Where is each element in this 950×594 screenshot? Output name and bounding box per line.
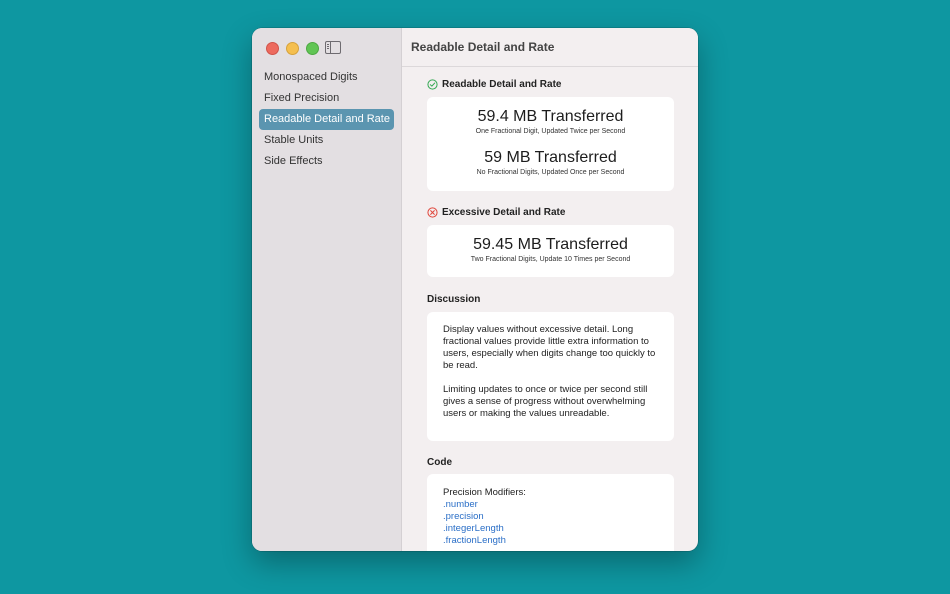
transfer-value: 59.45 MB Transferred	[473, 236, 628, 253]
checkmark-circle-icon	[427, 79, 438, 90]
excessive-row-1: 59.45 MB Transferred Two Fractional Digi…	[427, 236, 674, 263]
excessive-section-heading: Excessive Detail and Rate	[427, 207, 565, 218]
window-controls	[266, 42, 319, 55]
titlebar: Readable Detail and Rate	[402, 28, 698, 67]
code-label: Precision Modifiers:	[443, 487, 526, 498]
code-heading: Code	[427, 457, 452, 468]
sidebar-item-fixed-precision[interactable]: Fixed Precision	[259, 88, 394, 109]
zoom-window-button[interactable]	[306, 42, 319, 55]
detail-content[interactable]: Readable Detail and Rate 59.4 MB Transfe…	[402, 67, 698, 551]
code-heading-text: Code	[427, 457, 452, 468]
code-link-integer-length[interactable]: .integerLength	[443, 523, 658, 535]
sidebar-item-stable-units[interactable]: Stable Units	[259, 130, 394, 151]
discussion-heading: Discussion	[427, 294, 480, 305]
sidebar: Monospaced Digits Fixed Precision Readab…	[252, 28, 402, 551]
readable-row-1: 59.4 MB Transferred One Fractional Digit…	[427, 108, 674, 135]
transfer-caption: Two Fractional Digits, Update 10 Times p…	[470, 256, 631, 263]
code-link-number[interactable]: .number	[443, 499, 658, 511]
app-window: Monospaced Digits Fixed Precision Readab…	[252, 28, 698, 551]
sidebar-toggle-icon[interactable]	[325, 41, 341, 54]
excessive-card: 59.45 MB Transferred Two Fractional Digi…	[427, 225, 674, 277]
sidebar-item-readable-detail-and-rate[interactable]: Readable Detail and Rate	[259, 109, 394, 130]
code-link-precision[interactable]: .precision	[443, 511, 658, 523]
readable-section-heading: Readable Detail and Rate	[427, 79, 561, 90]
code-card: Precision Modifiers: .number .precision …	[427, 474, 674, 551]
readable-row-2: 59 MB Transferred No Fractional Digits, …	[427, 149, 674, 176]
transfer-value: 59.4 MB Transferred	[477, 108, 624, 125]
transfer-caption: No Fractional Digits, Updated Once per S…	[476, 169, 625, 176]
sidebar-nav: Monospaced Digits Fixed Precision Readab…	[259, 67, 394, 172]
discussion-card: Display values without excessive detail.…	[427, 312, 674, 441]
window-title: Readable Detail and Rate	[411, 40, 555, 54]
sidebar-item-monospaced-digits[interactable]: Monospaced Digits	[259, 67, 394, 88]
discussion-paragraph: Limiting updates to once or twice per se…	[443, 384, 648, 419]
detail-pane: Readable Detail and Rate Readable Detail…	[402, 28, 698, 551]
excessive-heading-text: Excessive Detail and Rate	[442, 207, 566, 218]
minimize-window-button[interactable]	[286, 42, 299, 55]
close-window-button[interactable]	[266, 42, 279, 55]
transfer-value: 59 MB Transferred	[484, 149, 617, 166]
sidebar-item-side-effects[interactable]: Side Effects	[259, 151, 394, 172]
discussion-paragraph: Display values without excessive detail.…	[443, 324, 656, 371]
transfer-caption: One Fractional Digit, Updated Twice per …	[475, 128, 626, 135]
readable-card: 59.4 MB Transferred One Fractional Digit…	[427, 97, 674, 191]
x-circle-icon	[427, 207, 438, 218]
code-link-fraction-length[interactable]: .fractionLength	[443, 535, 658, 547]
readable-heading-text: Readable Detail and Rate	[442, 79, 562, 90]
discussion-heading-text: Discussion	[427, 294, 481, 305]
